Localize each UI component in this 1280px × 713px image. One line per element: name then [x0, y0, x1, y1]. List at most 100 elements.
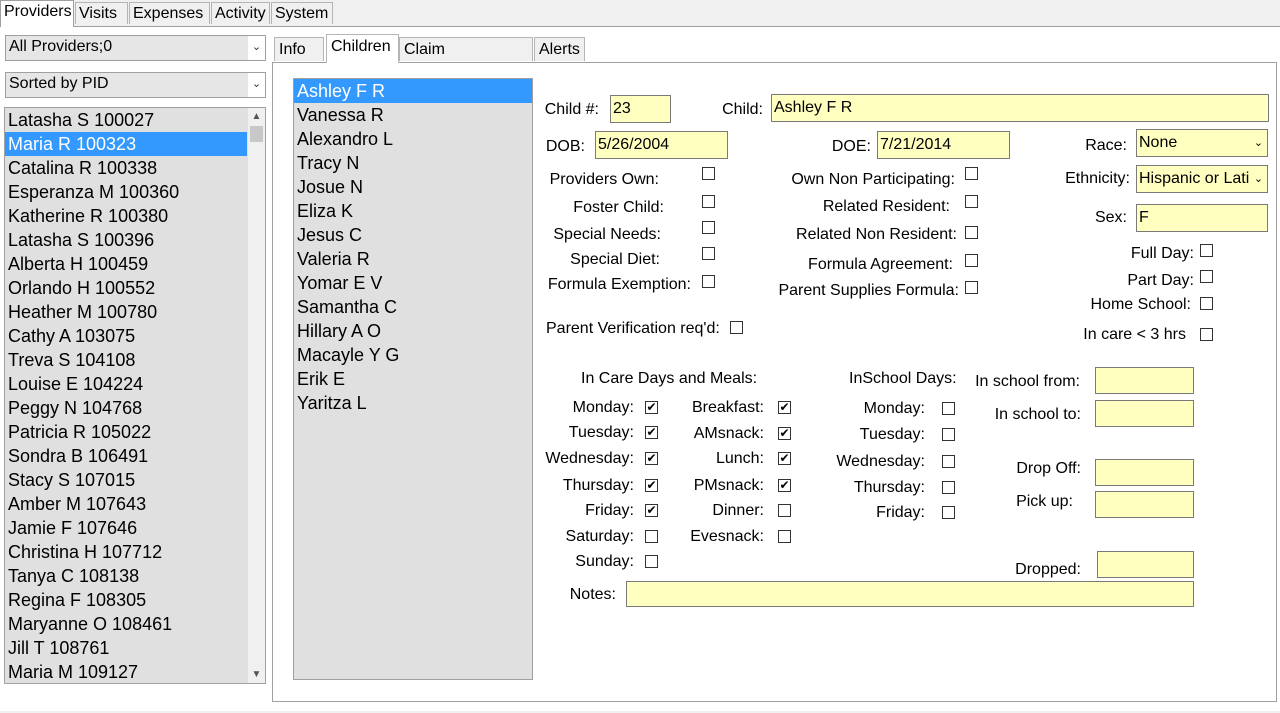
child-list-item[interactable]: Ashley F R [294, 79, 532, 103]
home-school-checkbox[interactable] [1200, 297, 1213, 310]
race-dropdown[interactable]: None ⌄ [1136, 129, 1268, 157]
in-care-lt3-label: In care < 3 hrs [1083, 326, 1186, 343]
formula-exemption-checkbox[interactable] [702, 275, 715, 288]
child-list-item[interactable]: Macayle Y G [294, 343, 532, 367]
tab-info[interactable]: Info [274, 37, 324, 61]
sex-field[interactable]: F [1136, 204, 1268, 232]
formula-agreement-checkbox[interactable] [965, 254, 978, 267]
child-list-item[interactable]: Alexandro L [294, 127, 532, 151]
part-day-checkbox[interactable] [1200, 270, 1213, 283]
home-school-label: Home School: [1090, 296, 1192, 313]
care-day-checkbox[interactable] [645, 555, 658, 568]
provider-filter-dropdown[interactable]: All Providers;0 ⌄ [5, 35, 266, 61]
provider-list-item[interactable]: Treva S 104108 [5, 348, 265, 372]
scroll-thumb[interactable] [250, 126, 263, 142]
provider-list-item[interactable]: Jamie F 107646 [5, 516, 265, 540]
tab-expenses[interactable]: Expenses [129, 2, 210, 24]
provider-filter-value: All Providers;0 [9, 38, 113, 55]
provider-list-item[interactable]: Christina H 107712 [5, 540, 265, 564]
care-day-label: Wednesday: [545, 450, 634, 467]
provider-list-item[interactable]: Alberta H 100459 [5, 252, 265, 276]
pick-up-field[interactable] [1095, 491, 1194, 518]
provider-list-item[interactable]: Esperanza M 100360 [5, 180, 265, 204]
tab-providers[interactable]: Providers [0, 0, 74, 27]
parent-supplies-formula-checkbox[interactable] [965, 281, 978, 294]
tab-claim-summaries[interactable]: Claim Summaries [399, 37, 533, 82]
own-non-participating-checkbox[interactable] [965, 167, 978, 180]
doe-field[interactable]: 7/21/2014 [877, 131, 1010, 159]
provider-list-item[interactable]: Louise E 104224 [5, 372, 265, 396]
provider-list-item[interactable]: Sondra B 106491 [5, 444, 265, 468]
child-list-item[interactable]: Hillary A O [294, 319, 532, 343]
school-day-checkbox[interactable] [942, 402, 955, 415]
child-list-item[interactable]: Samantha C [294, 295, 532, 319]
provider-list-item[interactable]: Orlando H 100552 [5, 276, 265, 300]
provider-list-item[interactable]: Cathy A 103075 [5, 324, 265, 348]
child-name-field[interactable]: Ashley F R [771, 94, 1269, 122]
provider-list-item[interactable]: Latasha S 100396 [5, 228, 265, 252]
provider-list-item[interactable]: Regina F 108305 [5, 588, 265, 612]
school-day-checkbox[interactable] [942, 428, 955, 441]
child-list-item[interactable]: Josue N [294, 175, 532, 199]
school-day-checkbox[interactable] [942, 455, 955, 468]
provider-list-item[interactable]: Katherine R 100380 [5, 204, 265, 228]
school-day-label: Thursday: [853, 479, 925, 496]
provider-list[interactable]: Latasha S 100027 Maria R 100323 Catalina R… [4, 107, 266, 684]
in-school-from-field[interactable] [1095, 367, 1194, 394]
ethnicity-dropdown[interactable]: Hispanic or Lati ⌄ [1136, 165, 1268, 193]
drop-off-field[interactable] [1095, 459, 1194, 486]
provider-list-item[interactable]: Heather M 100780 [5, 300, 265, 324]
child-list-item[interactable]: Tracy N [294, 151, 532, 175]
provider-list-item[interactable]: Maryanne O 108461 [5, 612, 265, 636]
providers-page: All Providers;0 ⌄ Sorted by PID ⌄ Latash… [0, 26, 1280, 711]
child-list-item[interactable]: Erik E [294, 367, 532, 391]
provider-list-item[interactable]: Patricia R 105022 [5, 420, 265, 444]
child-list-item[interactable]: Valeria R [294, 247, 532, 271]
notes-field[interactable] [626, 581, 1194, 607]
special-diet-label: Special Diet: [570, 251, 660, 268]
provider-list-item[interactable]: Peggy N 104768 [5, 396, 265, 420]
in-care-lt3-checkbox[interactable] [1200, 328, 1213, 341]
child-list-item[interactable]: Vanessa R [294, 103, 532, 127]
provider-list-scrollbar[interactable]: ▲ ▼ [247, 108, 265, 683]
related-resident-checkbox[interactable] [965, 195, 978, 208]
sex-label: Sex: [1094, 209, 1127, 226]
related-non-resident-checkbox[interactable] [965, 226, 978, 239]
full-day-checkbox[interactable] [1200, 244, 1213, 257]
in-school-to-field[interactable] [1095, 400, 1194, 427]
provider-list-item[interactable]: Tanya C 108138 [5, 564, 265, 588]
dropped-field[interactable] [1097, 551, 1194, 578]
providers-own-checkbox[interactable] [702, 167, 715, 180]
tab-alerts[interactable]: Alerts [534, 37, 585, 61]
special-needs-checkbox[interactable] [702, 221, 715, 234]
child-list-item[interactable]: Yomar E V [294, 271, 532, 295]
children-list[interactable]: Ashley F R Vanessa R Alexandro L Tracy N Jos… [293, 78, 533, 680]
own-non-participating-label: Own Non Participating: [791, 171, 955, 188]
provider-sort-dropdown[interactable]: Sorted by PID ⌄ [5, 72, 266, 98]
scroll-down-icon[interactable]: ▼ [248, 666, 265, 683]
tab-children[interactable]: Children [326, 34, 399, 63]
child-list-item[interactable]: Jesus C [294, 223, 532, 247]
school-day-checkbox[interactable] [942, 481, 955, 494]
tab-system[interactable]: System [271, 2, 333, 24]
child-num-field[interactable]: 23 [610, 95, 671, 123]
provider-list-item[interactable]: Maria M 109127 [5, 660, 265, 683]
provider-list-item[interactable]: Jill T 108761 [5, 636, 265, 660]
school-day-label: Tuesday: [859, 426, 925, 443]
dob-field[interactable]: 5/26/2004 [595, 131, 728, 159]
provider-list-item[interactable]: Latasha S 100027 [5, 108, 265, 132]
special-diet-checkbox[interactable] [702, 247, 715, 260]
meal-checkbox[interactable] [778, 530, 791, 543]
tab-visits[interactable]: Visits [75, 2, 128, 24]
provider-list-item[interactable]: Catalina R 100338 [5, 156, 265, 180]
provider-list-item[interactable]: Amber M 107643 [5, 492, 265, 516]
parent-verification-checkbox[interactable] [730, 321, 743, 334]
scroll-up-icon[interactable]: ▲ [248, 108, 265, 125]
child-list-item[interactable]: Eliza K [294, 199, 532, 223]
provider-list-item[interactable]: Stacy S 107015 [5, 468, 265, 492]
tab-activity[interactable]: Activity [211, 2, 270, 24]
school-day-checkbox[interactable] [942, 506, 955, 519]
provider-list-item[interactable]: Maria R 100323 [5, 132, 248, 156]
foster-child-checkbox[interactable] [702, 195, 715, 208]
notes-label: Notes: [569, 586, 616, 603]
